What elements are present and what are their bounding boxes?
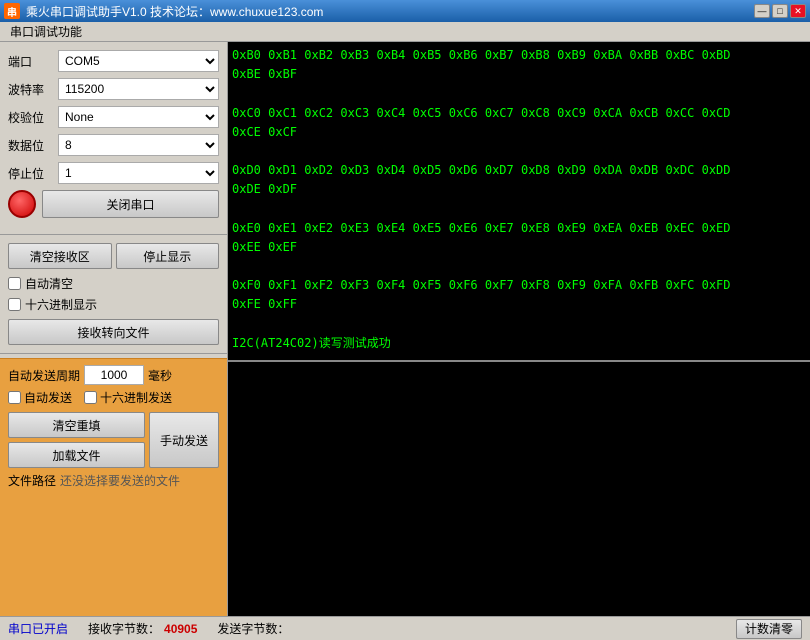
- auto-send-item: 自动发送: [8, 389, 72, 406]
- calc-clear-button[interactable]: 计数清零: [736, 619, 802, 639]
- auto-send-checkbox[interactable]: [8, 391, 21, 404]
- port-settings: 端口 COM5 波特率 115200 校验位 None: [0, 42, 227, 230]
- parity-label: 校验位: [8, 109, 58, 126]
- port-status-indicator: [8, 190, 36, 218]
- file-path-label: 文件路径: [8, 472, 56, 489]
- hex-display-label[interactable]: 十六进制显示: [25, 296, 97, 313]
- hex-display-row: 十六进制显示: [0, 294, 227, 315]
- close-button[interactable]: ✕: [790, 4, 806, 18]
- send-checkbox-row: 自动发送 十六进制发送: [8, 389, 219, 406]
- divider-1: [0, 234, 227, 235]
- data-bits-label: 数据位: [8, 137, 58, 154]
- left-panel: 端口 COM5 波特率 115200 校验位 None: [0, 42, 228, 616]
- stop-bits-label: 停止位: [8, 165, 58, 182]
- title-bar-left: 串 乘火串口调试助手V1.0 技术论坛：www.chuxue123.com: [4, 3, 323, 20]
- baud-select[interactable]: 115200: [58, 78, 219, 100]
- recv-count-value: 40905: [164, 622, 197, 636]
- port-select[interactable]: COM5: [58, 50, 219, 72]
- ms-label: 毫秒: [148, 367, 172, 384]
- stop-bits-select[interactable]: 1: [58, 162, 219, 184]
- port-btn-row: 关闭串口: [8, 190, 219, 218]
- right-panel: 0xB0 0xB1 0xB2 0xB3 0xB4 0xB5 0xB6 0xB7 …: [228, 42, 810, 616]
- recv-count-label: 接收字节数：: [88, 620, 160, 637]
- app-icon: 串: [4, 3, 20, 19]
- data-bits-row: 数据位 8: [8, 134, 219, 156]
- send-period-row: 自动发送周期 毫秒: [8, 365, 219, 385]
- send-period-input[interactable]: [84, 365, 144, 385]
- close-port-button[interactable]: 关闭串口: [42, 190, 219, 218]
- auto-clean-checkbox[interactable]: [8, 277, 21, 290]
- recv-to-file-button[interactable]: 接收转向文件: [8, 319, 219, 345]
- recv-display-area[interactable]: 0xB0 0xB1 0xB2 0xB3 0xB4 0xB5 0xB6 0xB7 …: [228, 42, 810, 362]
- auto-clean-row: 自动清空: [0, 273, 227, 294]
- send-count-item: 发送字节数：: [217, 620, 293, 637]
- maximize-button[interactable]: □: [772, 4, 788, 18]
- parity-select[interactable]: None: [58, 106, 219, 128]
- baud-label: 波特率: [8, 81, 58, 98]
- port-open-status: 串口已开启: [8, 620, 68, 637]
- auto-send-period-label: 自动发送周期: [8, 367, 80, 384]
- hex-send-label[interactable]: 十六进制发送: [100, 389, 172, 406]
- status-bar: 串口已开启 接收字节数： 40905 发送字节数： 计数清零: [0, 616, 810, 640]
- manual-send-button[interactable]: 手动发送: [149, 412, 219, 468]
- auto-clean-label[interactable]: 自动清空: [25, 275, 73, 292]
- file-path-value: 还没选择要发送的文件: [60, 472, 180, 489]
- port-row: 端口 COM5: [8, 50, 219, 72]
- send-btn-row: 清空重填 加载文件 手动发送: [8, 412, 219, 468]
- auto-send-label[interactable]: 自动发送: [24, 389, 72, 406]
- action-buttons: 清空接收区 停止显示: [0, 239, 227, 273]
- menu-bar: 串口调试功能: [0, 22, 810, 42]
- title-bar: 串 乘火串口调试助手V1.0 技术论坛：www.chuxue123.com — …: [0, 0, 810, 22]
- send-btn-group: 清空重填 加载文件: [8, 412, 145, 468]
- menu-item-serial[interactable]: 串口调试功能: [4, 21, 88, 42]
- clear-recv-button[interactable]: 清空接收区: [8, 243, 112, 269]
- file-path-row: 文件路径 还没选择要发送的文件: [8, 472, 219, 489]
- stop-display-button[interactable]: 停止显示: [116, 243, 220, 269]
- hex-display-checkbox[interactable]: [8, 298, 21, 311]
- clear-resend-button[interactable]: 清空重填: [8, 412, 145, 438]
- parity-row: 校验位 None: [8, 106, 219, 128]
- hex-send-item: 十六进制发送: [84, 389, 172, 406]
- recv-count-item: 接收字节数： 40905: [88, 620, 197, 637]
- stop-bits-row: 停止位 1: [8, 162, 219, 184]
- send-section: 自动发送周期 毫秒 自动发送 十六进制发送 清空重填: [0, 358, 227, 616]
- baud-row: 波特率 115200: [8, 78, 219, 100]
- port-label: 端口: [8, 53, 58, 70]
- main-container: 端口 COM5 波特率 115200 校验位 None: [0, 42, 810, 616]
- divider-2: [0, 353, 227, 354]
- load-file-button[interactable]: 加载文件: [8, 442, 145, 468]
- title-bar-controls: — □ ✕: [754, 4, 806, 18]
- recv-text-content: 0xB0 0xB1 0xB2 0xB3 0xB4 0xB5 0xB6 0xB7 …: [232, 46, 806, 353]
- app-title: 乘火串口调试助手V1.0 技术论坛：www.chuxue123.com: [26, 3, 323, 20]
- data-bits-select[interactable]: 8: [58, 134, 219, 156]
- send-count-label: 发送字节数：: [217, 620, 289, 637]
- hex-send-checkbox[interactable]: [84, 391, 97, 404]
- minimize-button[interactable]: —: [754, 4, 770, 18]
- send-display-area[interactable]: [228, 362, 810, 616]
